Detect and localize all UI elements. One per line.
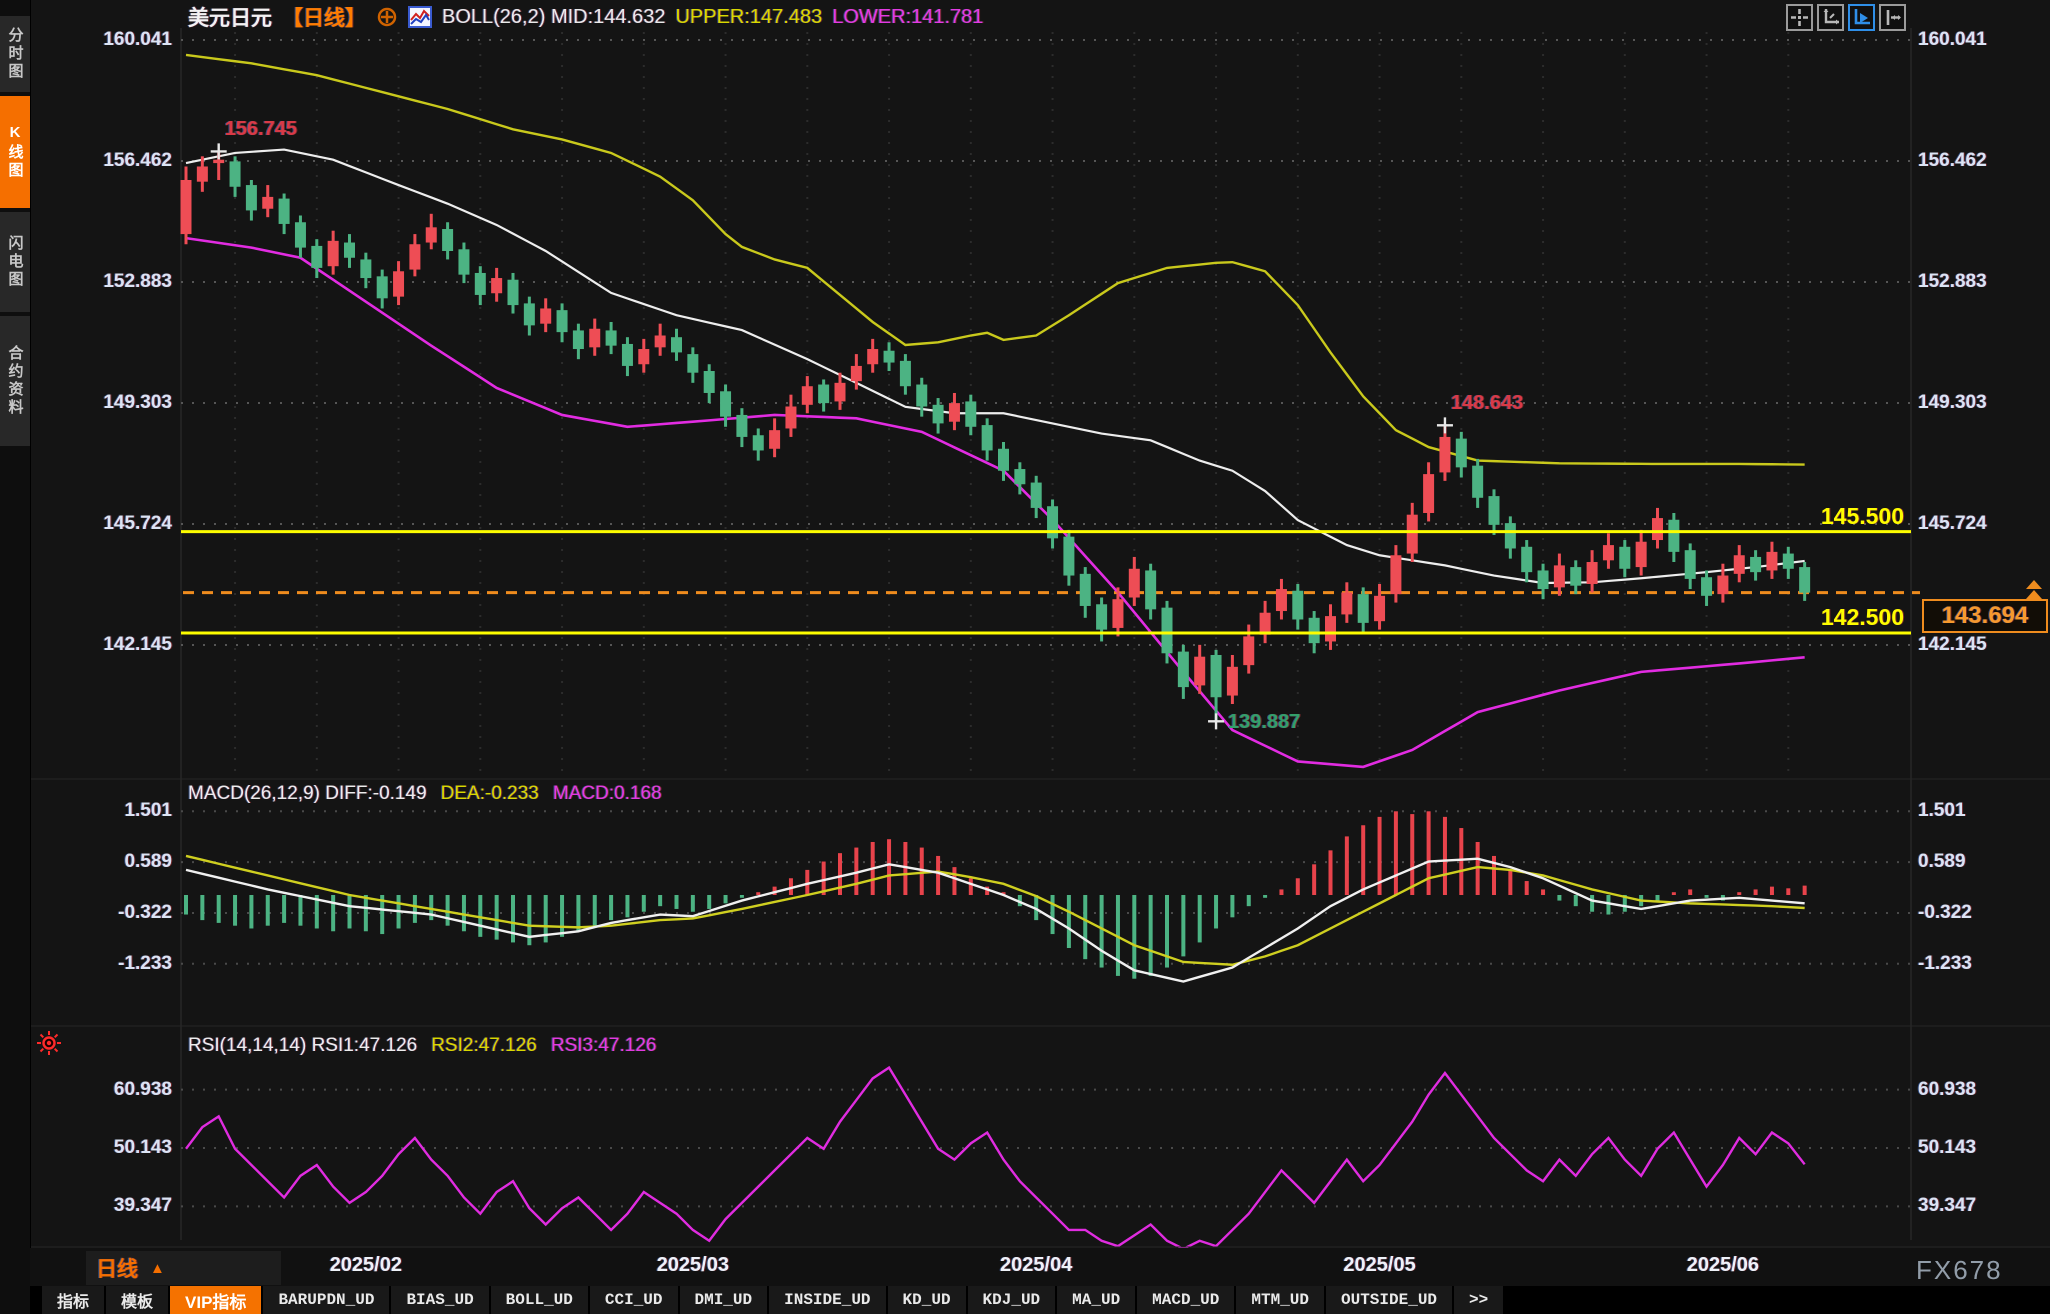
swing-low-label: 139.887 bbox=[1228, 711, 1300, 734]
boll-lower-readout: LOWER:141.781 bbox=[832, 6, 983, 29]
month-axis-label: 2025/04 bbox=[971, 1254, 1101, 1277]
support-line-label: 142.500 bbox=[1821, 604, 1904, 631]
macd-dea-readout: DEA:-0.233 bbox=[441, 783, 539, 805]
resistance-line-label: 145.500 bbox=[1821, 503, 1904, 530]
indicator-tab-10[interactable]: KDJ_UD bbox=[968, 1286, 1056, 1314]
price-axis-label-left: 160.041 bbox=[50, 27, 172, 53]
chart-type-sidebar: 分时图 K线图闪电图合约资料 bbox=[0, 0, 31, 1314]
macd-axis-label-right: -1.233 bbox=[1918, 951, 1972, 977]
price-axis-label-left: 152.883 bbox=[50, 269, 172, 295]
sidebar-item-0[interactable]: 分时图 bbox=[0, 16, 30, 92]
axis-auto-icon[interactable] bbox=[1848, 4, 1875, 31]
symbol-title: 美元日元 bbox=[188, 2, 272, 32]
indicator-tab-bar: 指标模板VIP指标BARUPDN_UDBIAS_UDBOLL_UDCCI_UDD… bbox=[30, 1286, 2050, 1314]
month-axis-label: 2025/02 bbox=[301, 1254, 431, 1277]
period-selector-label: 日线 bbox=[96, 1253, 138, 1283]
indicator-tab-12[interactable]: MACD_UD bbox=[1137, 1286, 1234, 1314]
rsi-axis-label-right: 50.143 bbox=[1918, 1135, 1976, 1161]
chart-canvas[interactable] bbox=[0, 0, 2050, 1314]
indicator-tab-2[interactable]: VIP指标 bbox=[170, 1286, 261, 1314]
indicator-tab-14[interactable]: OUTSIDE_UD bbox=[1326, 1286, 1452, 1314]
indicator-tab-5[interactable]: BOLL_UD bbox=[491, 1286, 588, 1314]
boll-readout: BOLL(26,2) MID:144.632 bbox=[442, 6, 665, 29]
indicator-tab-1[interactable]: 模板 bbox=[106, 1286, 168, 1314]
boll-upper-readout: UPPER:147.483 bbox=[675, 6, 822, 29]
alarm-icon[interactable] bbox=[36, 1030, 62, 1061]
brand-watermark: FX678 bbox=[1916, 1255, 2003, 1286]
swing-high-label: 156.745 bbox=[225, 118, 297, 141]
swing-high-label: 148.643 bbox=[1451, 392, 1523, 415]
price-axis-label-right: 142.145 bbox=[1918, 632, 1987, 658]
rsi-axis-label-left: 60.938 bbox=[50, 1077, 172, 1103]
macd-diff-readout: MACD(26,12,9) DIFF:-0.149 bbox=[188, 783, 427, 805]
indicator-tab-3[interactable]: BARUPDN_UD bbox=[263, 1286, 389, 1314]
chart-window: 分时图 K线图闪电图合约资料 美元日元 【日线】 BOLL(26,2) MID:1… bbox=[0, 0, 2050, 1314]
rsi-header: RSI(14,14,14) RSI1:47.126 RSI2:47.126 RS… bbox=[188, 1035, 656, 1057]
price-axis-label-left: 156.462 bbox=[50, 148, 172, 174]
price-axis-label-right: 149.303 bbox=[1918, 390, 1987, 416]
rsi-axis-label-left: 50.143 bbox=[50, 1135, 172, 1161]
macd-readout: MACD:0.168 bbox=[553, 783, 662, 805]
indicator-chart-icon[interactable] bbox=[408, 6, 432, 28]
price-axis-label-right: 152.883 bbox=[1918, 269, 1987, 295]
macd-axis-label-left: -0.322 bbox=[50, 900, 172, 926]
month-axis-label: 2025/06 bbox=[1658, 1254, 1788, 1277]
macd-axis-label-right: -0.322 bbox=[1918, 900, 1972, 926]
period-selector[interactable]: 日线 ▲ bbox=[86, 1251, 281, 1285]
macd-axis-label-right: 1.501 bbox=[1918, 798, 1966, 824]
price-axis-label-right: 160.041 bbox=[1918, 27, 1987, 53]
indicator-tab-7[interactable]: DMI_UD bbox=[680, 1286, 768, 1314]
month-axis-label: 2025/05 bbox=[1315, 1254, 1445, 1277]
sidebar-item-1[interactable]: K线图 bbox=[0, 96, 30, 208]
period-badge: 【日线】 bbox=[282, 2, 366, 32]
indicator-tab-0[interactable]: 指标 bbox=[42, 1286, 104, 1314]
period-up-arrow-icon: ▲ bbox=[150, 1260, 165, 1277]
rsi2-readout: RSI2:47.126 bbox=[431, 1035, 537, 1057]
macd-axis-label-left: 0.589 bbox=[50, 849, 172, 875]
indicator-tab-6[interactable]: CCI_UD bbox=[590, 1286, 678, 1314]
price-axis-label-right: 156.462 bbox=[1918, 148, 1987, 174]
axis-scale-icon[interactable] bbox=[1817, 4, 1844, 31]
chart-header: 美元日元 【日线】 BOLL(26,2) MID:144.632 UPPER:1… bbox=[188, 2, 983, 32]
price-axis-label-left: 142.145 bbox=[50, 632, 172, 658]
rsi3-readout: RSI3:47.126 bbox=[551, 1035, 657, 1057]
target-icon[interactable] bbox=[376, 6, 398, 28]
macd-axis-label-right: 0.589 bbox=[1918, 849, 1966, 875]
price-axis-label-left: 149.303 bbox=[50, 390, 172, 416]
current-price-badge: 143.694 bbox=[1922, 599, 2048, 633]
price-axis-label-left: 145.724 bbox=[50, 511, 172, 537]
indicator-tab-9[interactable]: KD_UD bbox=[888, 1286, 966, 1314]
indicator-tab-11[interactable]: MA_UD bbox=[1057, 1286, 1135, 1314]
macd-header: MACD(26,12,9) DIFF:-0.149 DEA:-0.233 MAC… bbox=[188, 783, 662, 805]
indicator-tab-4[interactable]: BIAS_UD bbox=[391, 1286, 488, 1314]
rsi-axis-label-right: 39.347 bbox=[1918, 1193, 1976, 1219]
rsi-axis-label-right: 60.938 bbox=[1918, 1077, 1976, 1103]
rsi-axis-label-left: 39.347 bbox=[50, 1193, 172, 1219]
axis-fit-icon[interactable] bbox=[1879, 4, 1906, 31]
chart-toolbar bbox=[1786, 4, 1906, 31]
indicator-tab-13[interactable]: MTM_UD bbox=[1236, 1286, 1324, 1314]
indicator-tab-15[interactable]: >> bbox=[1454, 1286, 1503, 1314]
indicator-tab-8[interactable]: INSIDE_UD bbox=[769, 1286, 885, 1314]
macd-axis-label-left: -1.233 bbox=[50, 951, 172, 977]
sidebar-item-3[interactable]: 合约资料 bbox=[0, 316, 30, 446]
pan-move-icon[interactable] bbox=[1786, 4, 1813, 31]
sidebar-item-2[interactable]: 闪电图 bbox=[0, 212, 30, 312]
month-axis-label: 2025/03 bbox=[628, 1254, 758, 1277]
rsi1-readout: RSI(14,14,14) RSI1:47.126 bbox=[188, 1035, 417, 1057]
macd-axis-label-left: 1.501 bbox=[50, 798, 172, 824]
price-axis-label-right: 145.724 bbox=[1918, 511, 1987, 537]
